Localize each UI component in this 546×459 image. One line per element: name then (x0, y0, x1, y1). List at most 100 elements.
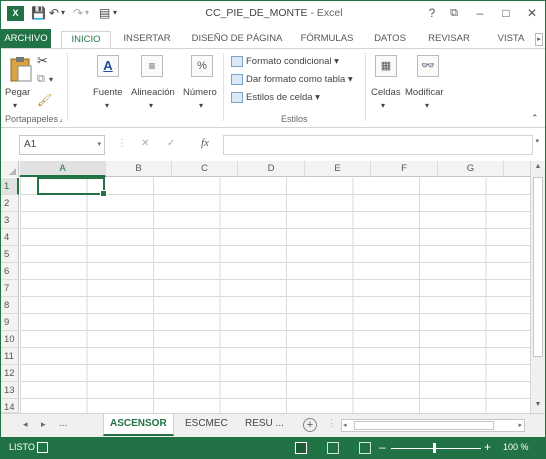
expand-formula-bar-icon[interactable]: ▾ (535, 137, 539, 145)
paste-dropdown-icon[interactable]: ▾ (13, 101, 17, 110)
name-box-dropdown-icon[interactable]: ▾ (97, 136, 101, 154)
horizontal-scroll-thumb[interactable] (354, 421, 494, 430)
scroll-left-icon[interactable]: ◂ (343, 420, 347, 431)
more-sheets-button[interactable]: ... (59, 418, 67, 429)
tab-file[interactable]: ARCHIVO (1, 29, 51, 49)
cells-button[interactable]: Celdas (371, 87, 401, 98)
zoom-slider-track[interactable] (391, 448, 481, 449)
paste-button[interactable]: Pegar (5, 87, 30, 98)
sheet-tab-ascensor[interactable]: ASCENSOR (103, 414, 174, 436)
number-format-icon[interactable]: % (191, 55, 213, 77)
sheet-tab-escmec[interactable]: ESCMEC (179, 414, 234, 436)
row-header[interactable]: 6 (1, 263, 19, 280)
macro-recording-icon[interactable] (37, 442, 48, 453)
minimize-button[interactable]: – (469, 4, 491, 22)
scroll-down-icon[interactable]: ▼ (533, 401, 543, 411)
tab-scroll-right-icon[interactable]: ▸ (535, 33, 543, 46)
cell-styles-button[interactable]: Estilos de celda ▾ (231, 92, 320, 103)
normal-view-icon[interactable] (295, 442, 307, 454)
collapse-ribbon-icon[interactable]: ⌃ (531, 113, 539, 124)
editing-button[interactable]: Modificar (405, 87, 444, 98)
enter-entry-icon[interactable]: ✓ (167, 138, 175, 149)
paste-icon[interactable] (9, 55, 33, 83)
row-header[interactable]: 7 (1, 280, 19, 297)
help-button[interactable]: ? (421, 4, 443, 22)
tab-review[interactable]: REVISAR (421, 31, 477, 49)
cancel-entry-icon[interactable]: ✕ (141, 138, 149, 149)
vertical-scroll-thumb[interactable] (533, 177, 543, 357)
zoom-slider-thumb[interactable] (433, 443, 436, 453)
ribbon-display-options-button[interactable]: ⧉ (443, 4, 465, 22)
tab-home[interactable]: INICIO (61, 31, 111, 49)
new-sheet-button[interactable]: + (303, 418, 317, 432)
select-all-button[interactable] (1, 161, 19, 177)
copy-icon[interactable]: ⧉ (37, 73, 45, 86)
column-header-c[interactable]: C (172, 161, 238, 177)
column-header-a[interactable]: A (20, 161, 106, 177)
row-header[interactable]: 8 (1, 297, 19, 314)
column-header-f[interactable]: F (371, 161, 438, 177)
font-dropdown-icon[interactable]: ▾ (105, 101, 109, 110)
binoculars-icon[interactable]: 👓 (417, 55, 439, 77)
insert-function-button[interactable]: fx (201, 137, 209, 149)
scroll-right-icon[interactable]: ▸ (518, 420, 522, 431)
row-header[interactable]: 4 (1, 229, 19, 246)
zoom-in-button[interactable]: + (484, 440, 491, 454)
maximize-button[interactable]: □ (495, 4, 517, 22)
row-header[interactable]: 10 (1, 331, 19, 348)
row-header[interactable]: 1 (1, 178, 19, 195)
horizontal-scrollbar[interactable]: ◂ ▸ (341, 419, 525, 432)
row-header[interactable]: 5 (1, 246, 19, 263)
cells-icon[interactable]: ▦ (375, 55, 397, 77)
page-break-preview-icon[interactable] (359, 442, 371, 454)
formula-input[interactable] (223, 135, 533, 155)
number-dropdown-icon[interactable]: ▾ (199, 101, 203, 110)
vertical-scrollbar[interactable]: ▲ ▼ (530, 161, 545, 413)
copy-dropdown-icon[interactable]: ▾ (49, 75, 53, 84)
tab-split-handle-icon[interactable]: ⋮ (327, 418, 336, 429)
font-icon[interactable]: A (97, 55, 119, 77)
conditional-formatting-button[interactable]: Formato condicional ▾ (231, 56, 339, 67)
close-button[interactable]: ✕ (521, 4, 543, 22)
worksheet-grid[interactable]: A B C D E F G 1 2 3 4 5 6 7 8 9 10 11 12… (1, 161, 531, 413)
row-header[interactable]: 12 (1, 365, 19, 382)
format-painter-icon[interactable]: 🖌 (37, 93, 52, 107)
cell-area[interactable] (20, 178, 531, 413)
active-cell-a1[interactable] (37, 177, 107, 197)
page-layout-view-icon[interactable] (327, 442, 339, 454)
font-button[interactable]: Fuente (93, 87, 123, 98)
tab-formulas[interactable]: FÓRMULAS (297, 31, 357, 49)
clipboard-launcher-icon[interactable]: ⌟ (59, 114, 63, 123)
alignment-icon[interactable]: ≡ (141, 55, 163, 77)
conditional-formatting-icon (231, 56, 243, 67)
format-as-table-button[interactable]: Dar formato como tabla ▾ (231, 74, 353, 85)
editing-dropdown-icon[interactable]: ▾ (425, 101, 429, 110)
name-box[interactable]: A1 ▾ (19, 135, 105, 155)
alignment-dropdown-icon[interactable]: ▾ (149, 101, 153, 110)
row-header[interactable]: 3 (1, 212, 19, 229)
row-header[interactable]: 9 (1, 314, 19, 331)
row-header[interactable]: 14 (1, 399, 19, 413)
group-divider (223, 53, 224, 121)
tab-page-layout[interactable]: DISEÑO DE PÁGINA (187, 31, 287, 49)
sheet-tab-resu[interactable]: RESU ... (239, 414, 290, 436)
tab-insert[interactable]: INSERTAR (117, 31, 177, 49)
zoom-level[interactable]: 100 % (503, 442, 529, 452)
row-header[interactable]: 13 (1, 382, 19, 399)
next-sheet-icon[interactable]: ▸ (41, 419, 46, 430)
tab-view[interactable]: VISTA (489, 31, 533, 49)
prev-sheet-icon[interactable]: ◂ (23, 419, 28, 430)
column-header-b[interactable]: B (106, 161, 172, 177)
scroll-up-icon[interactable]: ▲ (533, 163, 543, 173)
cut-icon[interactable]: ✂ (37, 53, 48, 69)
column-header-g[interactable]: G (438, 161, 504, 177)
column-header-e[interactable]: E (305, 161, 371, 177)
alignment-button[interactable]: Alineación (131, 87, 175, 98)
column-header-d[interactable]: D (238, 161, 305, 177)
zoom-out-button[interactable]: – (379, 440, 386, 454)
row-header[interactable]: 2 (1, 195, 19, 212)
number-button[interactable]: Número (183, 87, 217, 98)
cells-dropdown-icon[interactable]: ▾ (381, 101, 385, 110)
tab-data[interactable]: DATOS (367, 31, 413, 49)
row-header[interactable]: 11 (1, 348, 19, 365)
